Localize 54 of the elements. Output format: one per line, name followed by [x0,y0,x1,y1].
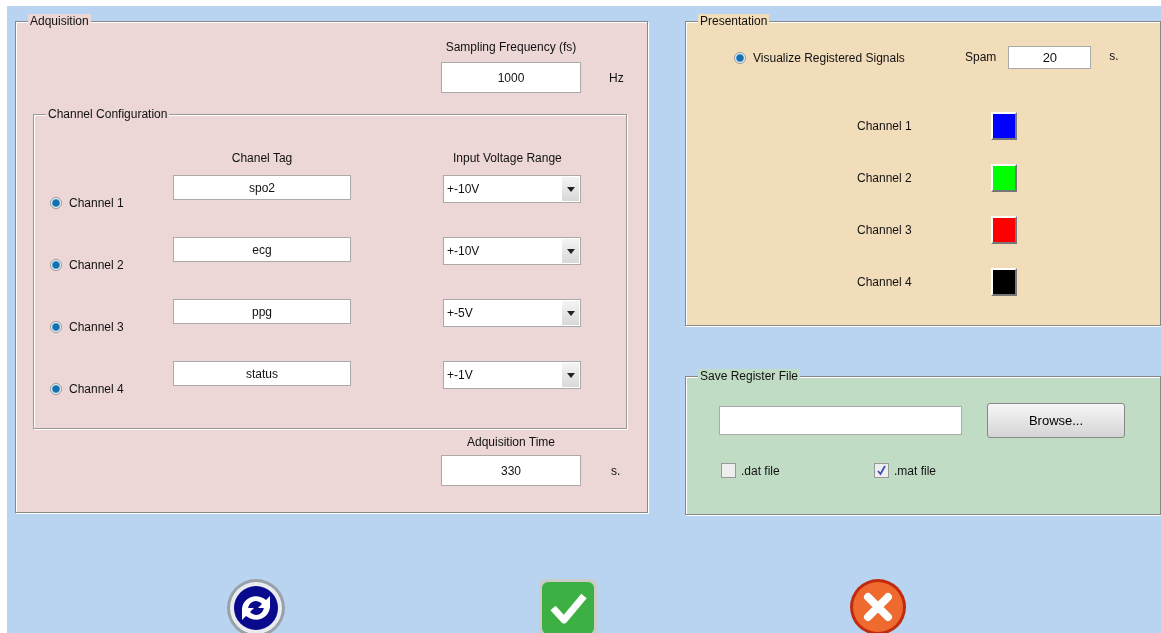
field-label: Spam [965,49,997,64]
radio-button[interactable] [50,197,62,209]
panel-title: Channel Configuration [46,107,170,121]
voltage-range-dropdown[interactable]: +-10V [443,175,581,203]
checkbox[interactable] [721,463,736,478]
channel-label: Channel 1 [857,119,913,133]
panel-title: Adquisition [28,14,91,28]
close-icon[interactable] [849,578,908,633]
radio-button[interactable] [50,321,62,333]
radio-button[interactable] [734,51,746,64]
channel-tag-field[interactable]: ecg [173,237,351,262]
voltage-range-dropdown[interactable]: +-1V [443,361,581,389]
color-swatch[interactable] [991,216,1017,244]
checkmark-icon[interactable] [537,578,598,633]
channel-label: Channel 2 [69,258,124,272]
channel-label: Channel 3 [69,320,124,334]
checkbox-label: .mat file [894,463,936,478]
radio-button[interactable] [50,259,62,271]
checkbox[interactable] [874,463,889,478]
field-label: Sampling Frequency (fs) [444,40,578,54]
channel-label: Channel 3 [857,223,913,237]
browse-button[interactable]: Browse... [987,403,1125,438]
voltage-range-dropdown[interactable]: +-5V [443,299,581,327]
radio-label: Visualize Registered Signals [753,50,906,65]
radio-button[interactable] [50,383,62,395]
column-header: Input Voltage Range [452,151,563,167]
panel-title: Presentation [698,14,770,28]
caret-icon [566,248,575,254]
channel-tag-field[interactable]: spo2 [173,175,351,200]
unit-label: Hz [608,70,625,85]
input-field[interactable]: 1000 [441,62,581,93]
column-header: Chanel Tag [230,151,294,167]
panel-title: Save Register File [698,369,801,383]
unit-label: s. [1109,48,1119,63]
channel-tag-field[interactable]: ppg [173,299,351,324]
channel-tag-field[interactable]: status [173,361,351,386]
voltage-range-dropdown[interactable]: +-10V [443,237,581,265]
color-swatch[interactable] [991,268,1017,296]
channel-label: Channel 4 [69,382,124,396]
checkbox-label: .dat file [741,463,780,478]
refresh-icon[interactable] [226,578,286,633]
channel-label: Channel 4 [857,275,913,289]
field-label: Adquisition Time [465,435,556,449]
caret-icon [566,310,575,316]
file-path-field[interactable] [719,406,962,435]
input-field[interactable]: 20 [1008,46,1092,69]
caret-icon [566,372,575,378]
channel-label: Channel 1 [69,196,124,210]
color-swatch[interactable] [991,164,1017,192]
input-field[interactable]: 330 [441,455,581,486]
channel-label: Channel 2 [857,171,913,185]
unit-label: s. [610,463,622,478]
caret-icon [566,186,575,192]
color-swatch[interactable] [991,112,1017,140]
